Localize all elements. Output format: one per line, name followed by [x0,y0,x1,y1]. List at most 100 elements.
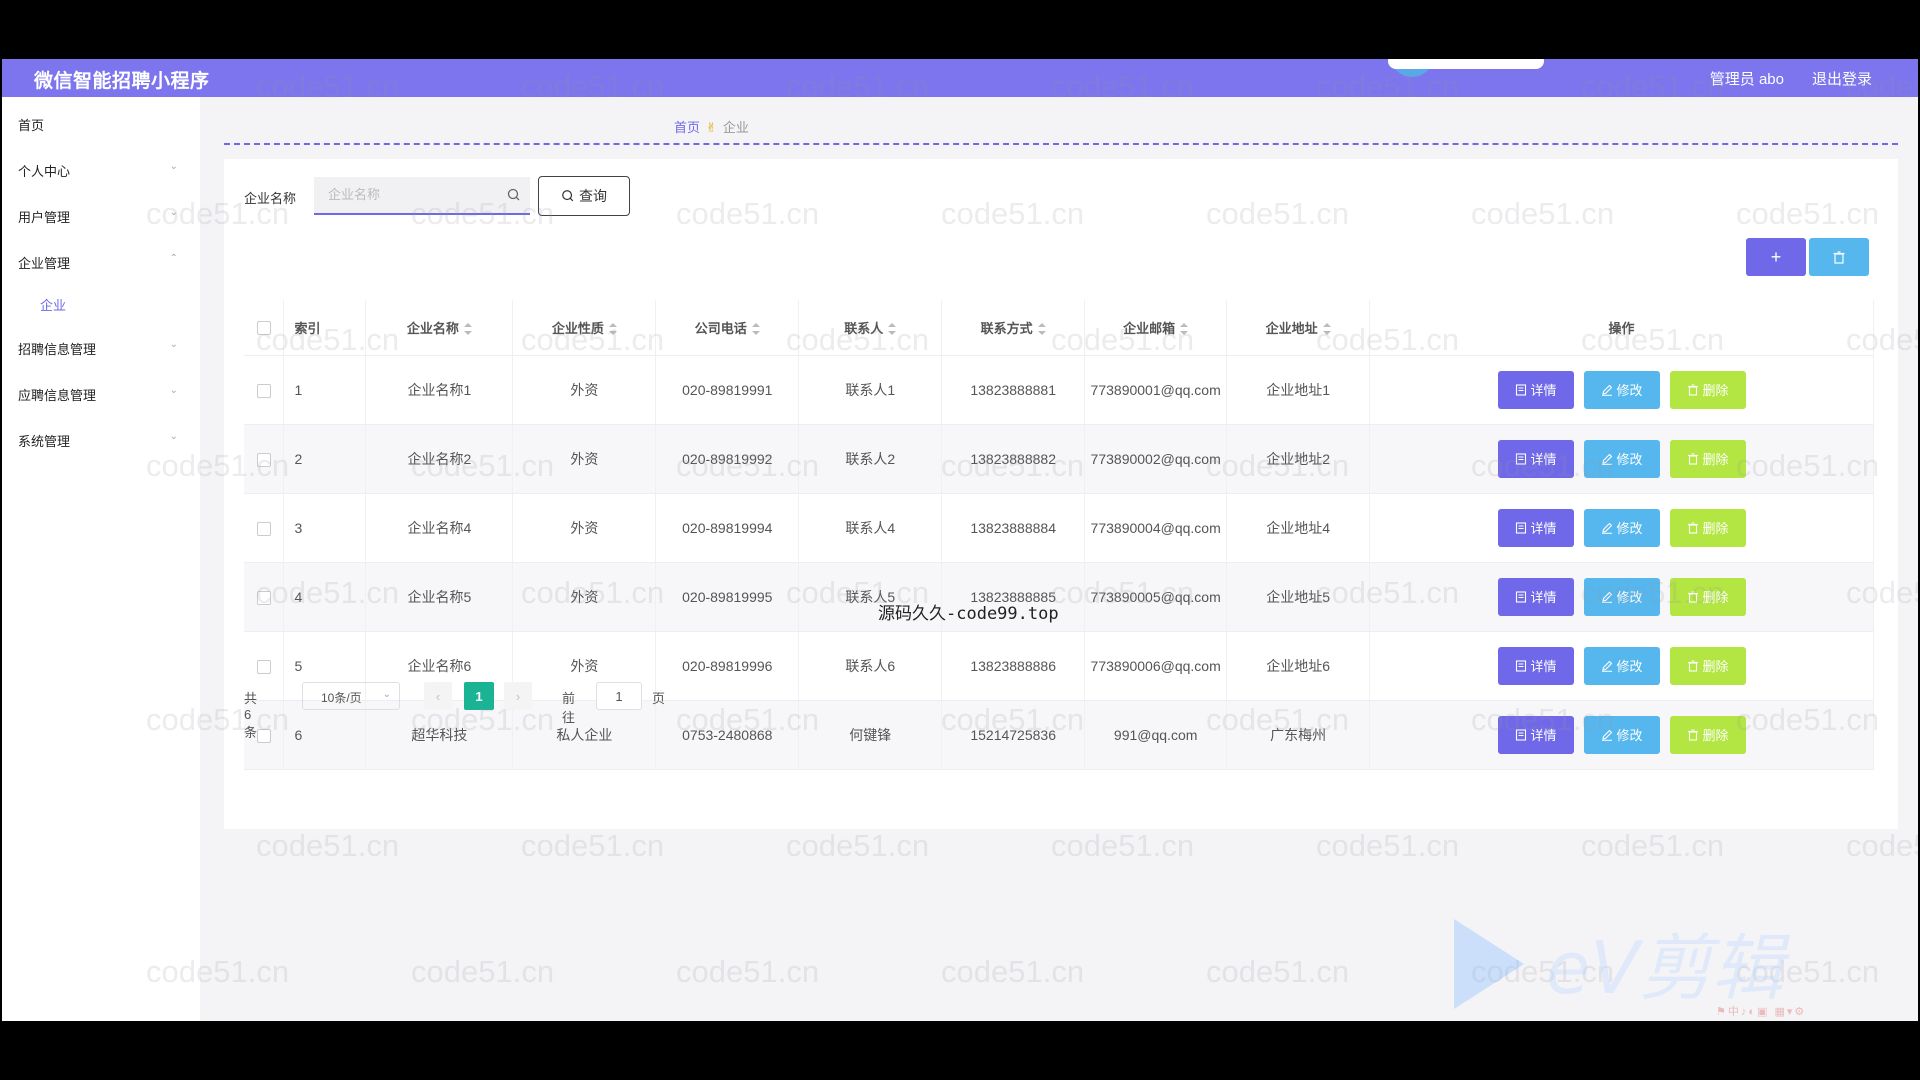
search-icon [562,190,574,202]
row-checkbox[interactable] [256,590,271,605]
batch-delete-button[interactable] [1809,238,1869,276]
chevron-down-icon: ⌄ [169,431,178,442]
delete-button[interactable]: 删除 [1669,370,1746,409]
detail-button[interactable]: 详情 [1497,646,1574,685]
doc-icon [1515,659,1526,672]
chevron-down-icon: ⌄ [382,689,391,700]
sidebar-item-home[interactable]: 首页 [18,115,178,134]
pencil-icon [1601,522,1612,534]
watermark-text: code51.cn [1316,828,1460,863]
trash-icon [1687,453,1698,465]
sort-icon[interactable] [608,323,617,336]
cell-contact: 联系人2 [798,424,943,494]
cell-email: 991@qq.com [1084,700,1228,770]
sort-icon[interactable] [1037,323,1046,336]
sidebar-item-apply-info[interactable]: 应聘信息管理 ⌄ [18,385,178,404]
cell-contact: 何键锋 [798,700,943,770]
goto-page-input[interactable] [596,682,642,710]
prev-page-button[interactable]: ‹ [424,682,452,710]
edit-button[interactable]: 修改 [1583,508,1660,547]
cell-nature: 外资 [512,562,657,632]
detail-button[interactable]: 详情 [1497,370,1574,409]
pagination-total: 共 6 条 [244,691,258,740]
delete-button[interactable]: 删除 [1669,508,1746,547]
select-all-checkbox[interactable] [256,321,271,336]
cell-nature: 私人企业 [512,700,657,770]
add-button[interactable]: + [1746,238,1806,276]
sidebar-item-users[interactable]: 用户管理 ⌄ [18,207,178,226]
search-input[interactable] [314,177,494,211]
cell-phone: 020-89819991 [655,355,800,425]
system-tray-icons: ⚑中♪◐▣ ▦▾⚙ [1716,1006,1807,1018]
watermark-text: code51.cn [521,828,665,863]
delete-button[interactable]: 删除 [1669,577,1746,616]
play-icon [1454,919,1524,1009]
column-header[interactable]: 联系方式 [941,300,1086,356]
letterbox-top [0,0,1920,59]
cell-name: 企业名称5 [365,562,514,632]
cell-phone: 020-89819992 [655,424,800,494]
sidebar-item-company-mgmt[interactable]: 企业管理 ⌃ [18,253,178,272]
column-header[interactable]: 企业名称 [365,300,514,356]
cell-actions: 详情 修改 删除 [1369,493,1874,563]
edit-button[interactable]: 修改 [1583,370,1660,409]
row-checkbox[interactable] [256,659,271,674]
sort-icon[interactable] [463,323,472,336]
sort-icon[interactable] [1322,323,1331,336]
sidebar-subitem-company[interactable]: 企业 [40,295,66,314]
delete-button[interactable]: 删除 [1669,439,1746,478]
column-header[interactable]: 企业邮箱 [1084,300,1228,356]
cell-address: 广东梅州 [1226,700,1371,770]
delete-button[interactable]: 删除 [1669,715,1746,754]
row-checkbox[interactable] [256,521,271,536]
page-size-select[interactable]: 10条/页 ⌄ [302,682,400,710]
cell-address: 企业地址5 [1226,562,1371,632]
sort-icon[interactable] [751,323,760,336]
doc-icon [1515,590,1526,603]
sidebar-item-system[interactable]: 系统管理 ⌄ [18,431,178,450]
column-header[interactable]: 公司电话 [655,300,800,356]
edit-button[interactable]: 修改 [1583,715,1660,754]
watermark-text: code51.cn [1846,828,1918,863]
cell-mobile: 13823888882 [941,424,1086,494]
edit-button[interactable]: 修改 [1583,577,1660,616]
next-page-button[interactable]: › [504,682,532,710]
column-header: 索引 [283,300,367,356]
cell-name: 超华科技 [365,700,514,770]
delete-button[interactable]: 删除 [1669,646,1746,685]
breadcrumb-home[interactable]: 首页 [674,120,700,135]
sidebar-item-personal[interactable]: 个人中心 ⌄ [18,161,178,180]
page-number-active[interactable]: 1 [464,682,494,710]
query-button[interactable]: 查询 [538,176,630,216]
letterbox-bottom [0,1021,1920,1080]
sort-icon[interactable] [1180,323,1189,336]
sidebar-item-recruit-info[interactable]: 招聘信息管理 ⌄ [18,339,178,358]
trash-icon [1687,591,1698,603]
column-header[interactable]: 联系人 [798,300,943,356]
chevron-right-icon: › [515,688,521,704]
detail-button[interactable]: 详情 [1497,577,1574,616]
detail-button[interactable]: 详情 [1497,439,1574,478]
column-header[interactable]: 企业性质 [512,300,657,356]
center-watermark: 源码久久-code99.top [878,604,1059,624]
detail-button[interactable]: 详情 [1497,715,1574,754]
page-unit-label: 页 [652,691,666,706]
cell-name: 企业名称4 [365,493,514,563]
pencil-icon [1601,660,1612,672]
edit-button[interactable]: 修改 [1583,646,1660,685]
edit-button[interactable]: 修改 [1583,439,1660,478]
row-checkbox[interactable] [256,452,271,467]
detail-button[interactable]: 详情 [1497,508,1574,547]
row-checkbox[interactable] [256,728,271,743]
logout-link[interactable]: 退出登录 [1812,68,1872,89]
sidebar-item-label: 企业管理 [18,256,71,271]
breadcrumb-current: 企业 [722,120,749,135]
cell-name: 企业名称2 [365,424,514,494]
cell-mobile: 15214725836 [941,700,1086,770]
cell-mobile: 13823888881 [941,355,1086,425]
row-checkbox[interactable] [256,383,271,398]
cell-index: 3 [283,493,367,563]
column-header[interactable]: 企业地址 [1226,300,1371,356]
sort-icon[interactable] [888,323,897,336]
table-row: 1 企业名称1 外资 020-89819991 联系人1 13823888881 77389… [244,355,1874,425]
